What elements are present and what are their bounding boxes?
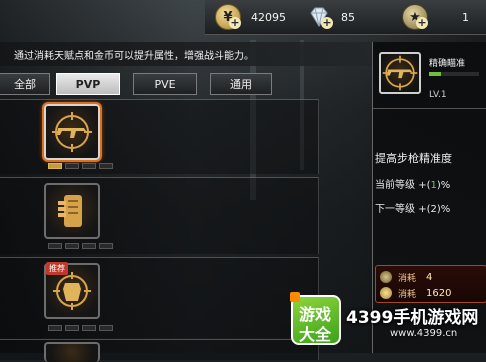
level-pip: [48, 163, 62, 169]
level-pip: [65, 243, 79, 249]
level-pip: [82, 243, 96, 249]
talent-point-icon: [380, 271, 392, 283]
level-pip: [65, 163, 79, 169]
description-text: 通过消耗天赋点和金币可以提升属性，增强战斗能力。: [14, 51, 254, 62]
watermark-url: www.4399.cn: [390, 328, 458, 339]
rank-value: 1: [462, 10, 469, 24]
talent-rifle-precision[interactable]: [44, 104, 100, 160]
level-pip: [82, 325, 96, 331]
cost-talent-points: 消耗 4: [380, 270, 432, 284]
detail-talent-name: 精确瞄准: [429, 59, 466, 69]
detail-progress-fill: [429, 72, 441, 76]
ammo-magazine-icon: [58, 195, 82, 227]
rifle-crosshair-icon: [52, 112, 92, 152]
tab-pve-label: PVE: [154, 77, 176, 91]
talent-level-pips: [48, 243, 113, 249]
description-banner: 通过消耗天赋点和金币可以提升属性，增强战斗能力。: [0, 42, 372, 66]
detail-level: LV.1: [429, 90, 447, 100]
diamond-resource[interactable]: + 85: [307, 5, 355, 29]
tab-general-label: 通用: [230, 78, 252, 91]
talent-level-pips: [48, 325, 113, 331]
watermark-text: 4399手机游戏网: [346, 308, 479, 328]
talent-partial[interactable]: [44, 342, 100, 362]
watermark-logo-bottom: 大全: [299, 325, 332, 344]
gold-value: 42095: [251, 10, 286, 24]
armor-crosshair-icon: [53, 272, 91, 310]
level-pip: [48, 325, 62, 331]
level-pip: [82, 163, 96, 169]
next-level-value: +(2)%: [418, 204, 451, 215]
add-rank-icon[interactable]: +: [416, 17, 428, 29]
tab-all-label: 全部: [14, 78, 36, 91]
next-level-label: 下一等级: [375, 204, 415, 215]
cost-gold: 消耗 1620: [380, 286, 451, 300]
cost-talent-points-value: 4: [426, 271, 433, 283]
level-pip: [99, 325, 113, 331]
tab-pve[interactable]: PVE: [133, 73, 197, 95]
level-pip: [99, 243, 113, 249]
current-level-suffix: )%: [436, 180, 451, 191]
tab-all[interactable]: 全部: [0, 73, 50, 95]
stat-description: 提高步枪精准度: [375, 152, 452, 165]
add-diamond-icon[interactable]: +: [321, 17, 333, 29]
cost-label: 消耗: [398, 273, 417, 284]
talent-ammo[interactable]: [44, 183, 100, 239]
tab-pvp-label: PVP: [75, 77, 101, 91]
talent-level-pips: [48, 163, 113, 169]
divider: [373, 108, 486, 109]
level-pip: [65, 325, 79, 331]
current-level-label: 当前等级: [375, 180, 415, 191]
current-level-line: 当前等级 +(1)%: [375, 176, 450, 191]
watermark-badge: [290, 292, 300, 302]
detail-progress-bar: [429, 72, 479, 76]
current-level-prefix: +(: [418, 180, 431, 191]
gold-coin-icon: [380, 287, 392, 299]
upgrade-cost-box[interactable]: 消耗 4 消耗 1620: [375, 265, 486, 303]
watermark-logo: 游戏 大全: [291, 295, 341, 345]
tab-general[interactable]: 通用: [210, 73, 272, 95]
rifle-crosshair-icon: [382, 55, 418, 91]
cost-gold-value: 1620: [426, 287, 452, 299]
diamond-value: 85: [341, 10, 355, 24]
tab-pvp[interactable]: PVP: [56, 73, 120, 95]
add-gold-icon[interactable]: +: [229, 17, 241, 29]
recommended-tag: 推荐: [46, 262, 68, 275]
level-pip: [99, 163, 113, 169]
resource-bar: ¥ + 42095 + 85 ★ + 1: [205, 0, 486, 35]
cost-label: 消耗: [398, 289, 417, 300]
level-pip: [48, 243, 62, 249]
detail-talent-icon: [379, 52, 421, 94]
gold-resource[interactable]: ¥ + 42095: [215, 4, 286, 30]
rank-resource[interactable]: ★ + 1: [402, 4, 469, 30]
next-level-line: 下一等级 +(2)%: [375, 200, 450, 215]
